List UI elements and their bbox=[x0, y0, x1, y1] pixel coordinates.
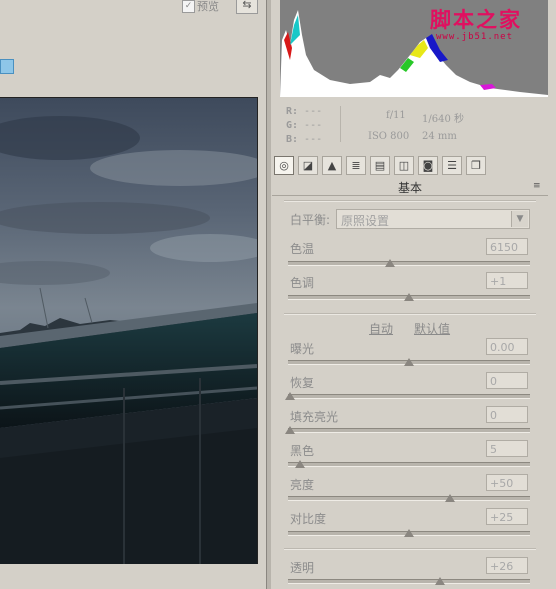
rgb-r: R: --- bbox=[286, 106, 323, 117]
slider-track[interactable] bbox=[288, 261, 530, 266]
tab-hsl[interactable]: ≣ bbox=[346, 156, 366, 175]
temperature-input[interactable]: 6150 bbox=[486, 238, 528, 255]
default-link[interactable]: 默认值 bbox=[414, 320, 450, 337]
focal-length: 24 mm bbox=[422, 131, 457, 142]
exposure-input[interactable]: 0.00 bbox=[486, 338, 528, 355]
recovery-input[interactable]: 0 bbox=[486, 372, 528, 389]
chevron-down-icon: ▼ bbox=[511, 211, 528, 227]
slider-track[interactable] bbox=[288, 428, 530, 433]
slider-knob[interactable] bbox=[404, 358, 414, 366]
preview-pane: ✓ 预览 ⇆ bbox=[0, 0, 266, 589]
tab-lens[interactable]: ◫ bbox=[394, 156, 414, 175]
info-panel: R: --- G: --- B: --- f/11 1/640 秒 ISO 800 2… bbox=[280, 100, 548, 152]
shutter: 1/640 秒 bbox=[422, 114, 464, 125]
white-balance-label: 白平衡: bbox=[290, 213, 331, 227]
tab-tone-curve[interactable]: ◪ bbox=[298, 156, 318, 175]
slider-track[interactable] bbox=[288, 462, 530, 467]
photo-preview bbox=[0, 97, 258, 564]
fill-light-input[interactable]: 0 bbox=[486, 406, 528, 423]
slider-knob[interactable] bbox=[295, 460, 306, 468]
slider-knob[interactable] bbox=[285, 392, 295, 400]
pane-divider[interactable] bbox=[266, 0, 271, 589]
brightness-input[interactable]: +50 bbox=[486, 474, 528, 491]
slider-label: 色温 bbox=[290, 242, 315, 256]
sliders-icon: ☰ bbox=[447, 159, 457, 172]
clarity-input[interactable]: +26 bbox=[486, 557, 528, 574]
tint-input[interactable]: +1 bbox=[486, 272, 528, 289]
section-divider bbox=[284, 200, 536, 202]
contrast-input[interactable]: +25 bbox=[486, 508, 528, 525]
pages-icon: ❐ bbox=[471, 159, 481, 172]
slider-track[interactable] bbox=[288, 579, 530, 584]
preview-label: 预览 bbox=[197, 0, 219, 13]
preview-checkbox[interactable]: ✓ bbox=[182, 0, 195, 13]
rgb-b: B: --- bbox=[286, 134, 323, 145]
mountain-icon: ▲ bbox=[327, 159, 337, 172]
slider-knob[interactable] bbox=[445, 494, 456, 502]
section-divider bbox=[284, 313, 536, 315]
slider-track[interactable] bbox=[288, 394, 530, 399]
tab-split-toning[interactable]: ▤ bbox=[370, 156, 390, 175]
slider-knob[interactable] bbox=[404, 293, 414, 301]
tool-button-partial[interactable] bbox=[0, 59, 14, 74]
aperture: f/11 bbox=[386, 110, 406, 121]
split-icon: ▤ bbox=[374, 159, 386, 172]
camera-icon: ◙ bbox=[422, 159, 434, 172]
panel-tabbar: ◎ ◪ ▲ ≣ ▤ ◫ ◙ ☰ ❐ bbox=[272, 155, 548, 177]
slider-knob[interactable] bbox=[435, 577, 446, 585]
tab-snapshots[interactable]: ❐ bbox=[466, 156, 486, 175]
slider-label: 填充亮光 bbox=[290, 410, 339, 424]
slider-label: 曝光 bbox=[290, 342, 315, 356]
iso: ISO 800 bbox=[368, 131, 410, 142]
slider-track[interactable] bbox=[288, 496, 530, 501]
bars-icon: ≣ bbox=[351, 159, 361, 172]
slider-label: 透明 bbox=[290, 561, 315, 575]
white-balance-value: 原照设置 bbox=[341, 214, 390, 228]
slider-label: 恢复 bbox=[290, 376, 315, 390]
slider-label: 黑色 bbox=[290, 444, 315, 458]
auto-link[interactable]: 自动 bbox=[369, 320, 393, 337]
preview-toolbar: ✓ 预览 ⇆ bbox=[0, 0, 266, 16]
slider-label: 对比度 bbox=[290, 512, 327, 526]
lens-icon: ◫ bbox=[398, 159, 410, 172]
watermark-title: 脚本之家 bbox=[430, 7, 522, 32]
curve-icon: ◪ bbox=[302, 159, 314, 172]
tab-presets[interactable]: ☰ bbox=[442, 156, 462, 175]
tab-basic[interactable]: ◎ bbox=[274, 156, 294, 175]
white-balance-select[interactable]: 原照设置 ▼ bbox=[336, 209, 530, 229]
slider-knob[interactable] bbox=[404, 529, 414, 537]
tab-detail[interactable]: ▲ bbox=[322, 156, 342, 175]
slider-knob[interactable] bbox=[285, 426, 295, 434]
slider-label: 色调 bbox=[290, 276, 315, 290]
swap-button[interactable]: ⇆ bbox=[236, 0, 258, 14]
panel-menu-icon[interactable]: ≡ bbox=[533, 181, 541, 191]
section-divider bbox=[284, 548, 536, 550]
aperture-icon: ◎ bbox=[279, 159, 289, 172]
watermark-url: www.jb51.net bbox=[436, 32, 514, 42]
panel-title: 基本 bbox=[397, 181, 422, 195]
blacks-input[interactable]: 5 bbox=[486, 440, 528, 457]
slider-knob[interactable] bbox=[384, 259, 395, 267]
slider-label: 亮度 bbox=[290, 478, 315, 492]
tab-camera[interactable]: ◙ bbox=[418, 156, 438, 175]
rgb-g: G: --- bbox=[286, 120, 323, 131]
info-separator bbox=[340, 106, 341, 142]
